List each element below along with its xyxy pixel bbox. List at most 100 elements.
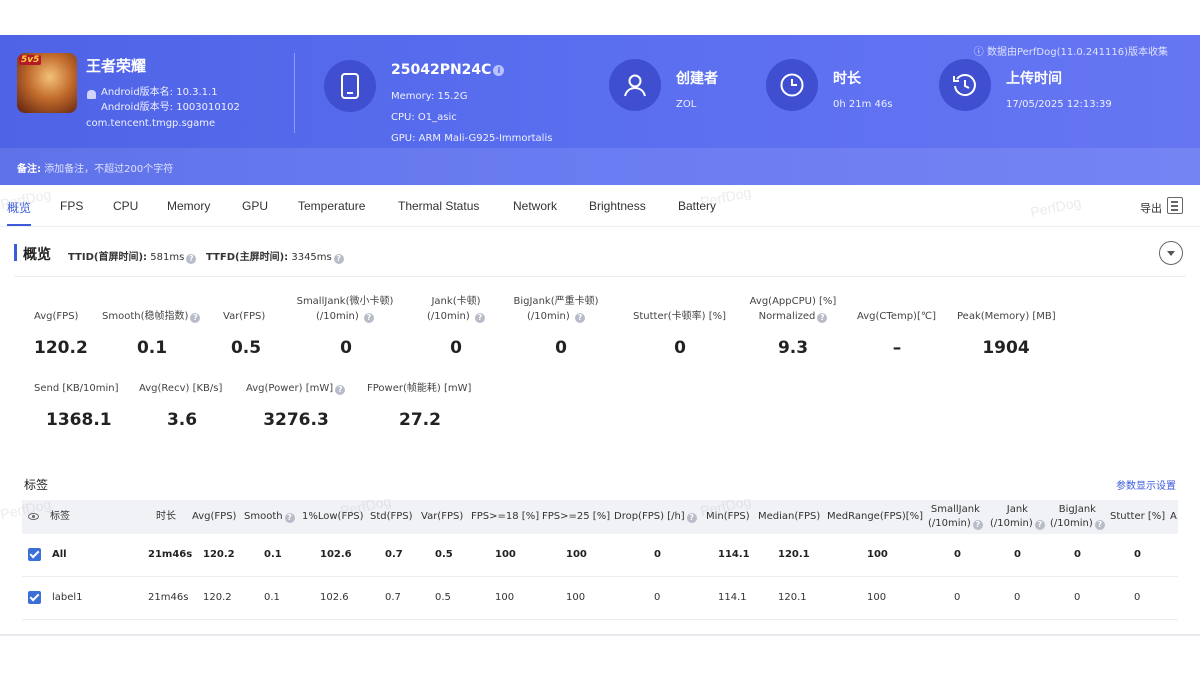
table-cell: 0 <box>1074 549 1081 560</box>
device-info-icon[interactable]: i <box>493 65 505 76</box>
table-cell: 100 <box>867 549 888 560</box>
android-icon <box>87 90 96 99</box>
metric-label: Avg(Power) [mW]? <box>246 381 346 396</box>
table-cell: 0 <box>1134 549 1141 560</box>
collapse-toggle-button[interactable] <box>1159 241 1183 265</box>
column-header: Jank (/10min)? <box>990 503 1045 531</box>
upload-time-title: 上传时间 <box>1006 71 1062 87</box>
row-checkbox[interactable] <box>28 548 41 561</box>
export-button[interactable]: 导出 <box>1140 200 1162 216</box>
upload-time-value: 17/05/2025 12:13:39 <box>1006 99 1112 110</box>
metric-value: 0 <box>555 338 567 358</box>
device-cpu: CPU: O1_asic <box>391 112 457 123</box>
tab-network[interactable]: Network <box>513 199 557 213</box>
help-icon[interactable]: ? <box>190 313 201 323</box>
help-icon[interactable]: ? <box>186 254 197 264</box>
watermark: PerfDog <box>1028 193 1083 221</box>
tab-brightness[interactable]: Brightness <box>589 199 646 213</box>
overview-panel: 概览 TTID(首屏时间): 581ms? TTFD(主屏时间): 3345ms… <box>0 228 1200 636</box>
metric-label: BigJank(严重卡顿) (/10min) ? <box>513 296 599 323</box>
help-icon[interactable]: ? <box>686 513 697 523</box>
column-header: Smooth? <box>244 510 295 524</box>
overview-title: 概览 <box>23 247 51 263</box>
help-icon[interactable]: ? <box>972 520 983 530</box>
table-cell: 100 <box>566 549 587 560</box>
tab-thermal-status[interactable]: Thermal Status <box>398 199 479 213</box>
table-cell: 0 <box>1014 592 1021 603</box>
table-cell: label1 <box>52 592 83 603</box>
help-icon[interactable]: ? <box>817 313 828 323</box>
watermark: PerfDog <box>698 183 753 211</box>
divider <box>14 276 1186 277</box>
tab-fps[interactable]: FPS <box>60 199 83 213</box>
column-header: 标签 <box>50 511 70 522</box>
table-cell: 0 <box>654 592 661 603</box>
tags-table-header: 标签 时长 Avg(FPS) Smooth? 1%Low(FPS) Std(FP… <box>22 500 1178 534</box>
section-marker <box>14 244 17 261</box>
metric-label: Smooth(稳帧指数)? <box>102 309 201 324</box>
tab-cpu[interactable]: CPU <box>113 199 138 213</box>
perfdog-report-page: ⓘ 数据由PerfDog(11.0.241116)版本收集 5v5 王者荣耀 A… <box>0 0 1200 675</box>
param-display-settings-link[interactable]: 参数显示设置 <box>1116 477 1176 492</box>
help-icon[interactable]: ? <box>335 385 346 395</box>
note-input[interactable]: 添加备注，不超过200个字符 <box>44 164 173 175</box>
help-icon[interactable]: ? <box>333 254 344 264</box>
table-cell: 0.1 <box>264 549 282 560</box>
data-source-note: ⓘ 数据由PerfDog(11.0.241116)版本收集 <box>973 47 1168 58</box>
row-checkbox[interactable] <box>28 591 41 604</box>
table-row[interactable]: All 21m46s 120.2 0.1 102.6 0.7 0.5 100 1… <box>22 534 1178 577</box>
tab-temperature[interactable]: Temperature <box>298 199 365 213</box>
table-cell: 0.7 <box>385 549 403 560</box>
user-icon <box>609 59 661 111</box>
tab-memory[interactable]: Memory <box>167 199 210 213</box>
creator-title: 创建者 <box>676 71 718 87</box>
table-cell: 0 <box>954 592 961 603</box>
help-icon[interactable]: ? <box>1034 520 1045 530</box>
metric-value: 0.1 <box>136 338 168 358</box>
column-header: BigJank (/10min)? <box>1050 503 1105 531</box>
table-cell: All <box>52 549 67 560</box>
clock-icon <box>766 59 818 111</box>
tab-gpu[interactable]: GPU <box>242 199 268 213</box>
metric-label: SmallJank(微小卡顿) (/10min) ? <box>296 296 394 323</box>
table-cell: 0 <box>954 549 961 560</box>
metric-label: Send [KB/10min] <box>34 383 119 394</box>
help-icon[interactable]: ? <box>363 313 374 323</box>
table-cell: 21m46s <box>148 549 193 560</box>
ttfd: TTFD(主屏时间): 3345ms? <box>206 248 344 264</box>
phone-icon <box>324 60 376 112</box>
table-cell: 114.1 <box>718 592 747 603</box>
table-cell: 102.6 <box>320 592 349 603</box>
metric-value: 120.2 <box>34 338 88 358</box>
export-icon[interactable] <box>1167 197 1183 214</box>
metric-label: Avg(Recv) [KB/s] <box>139 383 223 394</box>
table-cell: 0.5 <box>435 592 451 603</box>
help-icon[interactable]: ? <box>574 313 585 323</box>
help-icon[interactable]: ? <box>474 313 485 323</box>
header-divider <box>294 53 295 133</box>
table-row[interactable]: label1 21m46s 120.2 0.1 102.6 0.7 0.5 10… <box>22 577 1178 620</box>
metric-value: 3.6 <box>166 410 198 430</box>
table-cell: 0 <box>1134 592 1141 603</box>
metric-value: 1904 <box>982 338 1030 358</box>
column-header: Avg(FPS) <box>192 511 237 522</box>
metric-label: Var(FPS) <box>223 311 266 322</box>
creator-value: ZOL <box>676 99 697 110</box>
table-cell: 0 <box>654 549 661 560</box>
help-icon[interactable]: ? <box>1094 520 1105 530</box>
column-header: Std(FPS) <box>370 511 413 522</box>
metric-value: 1368.1 <box>46 410 112 430</box>
metric-value: 0 <box>340 338 352 358</box>
metric-value: 3276.3 <box>263 410 329 430</box>
metric-label: Avg(CTemp)[℃] <box>857 311 936 322</box>
metric-label: Avg(FPS) <box>34 311 79 322</box>
help-icon[interactable]: ? <box>284 513 295 523</box>
table-cell: 0 <box>1014 549 1021 560</box>
column-header: Var(FPS) <box>421 511 464 522</box>
note-bar[interactable]: 备注: 添加备注，不超过200个字符 <box>0 148 1200 185</box>
table-cell: 0.5 <box>435 549 453 560</box>
device-memory: Memory: 15.2G <box>391 91 468 102</box>
metric-label: FPower(帧能耗) [mW] <box>367 383 472 394</box>
game-icon-tag: 5v5 <box>19 55 42 65</box>
note-label: 备注: <box>17 164 41 175</box>
